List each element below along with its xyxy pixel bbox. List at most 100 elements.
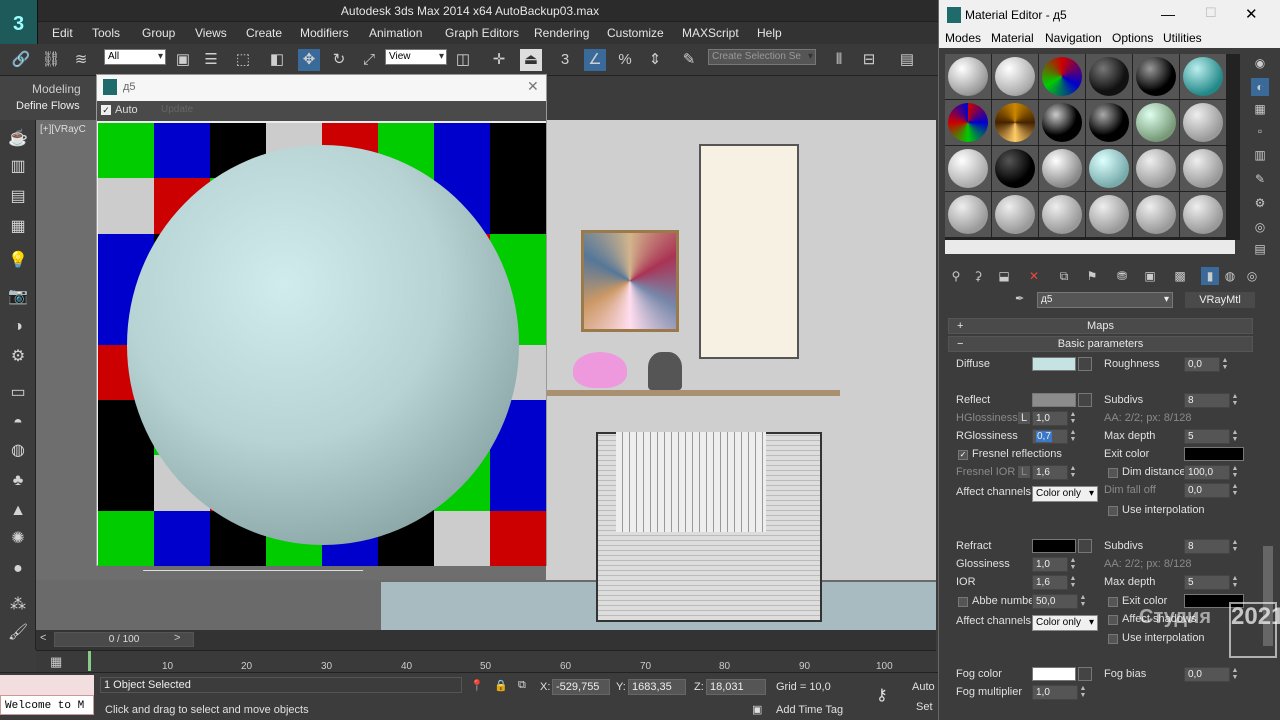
roughness-field[interactable]: 0,0 (1184, 357, 1220, 372)
material-type-button[interactable]: VRayMtl (1185, 292, 1255, 308)
menu-help[interactable]: Help (757, 26, 782, 40)
fresnel-checkbox[interactable]: ✓ (958, 450, 968, 460)
hglossiness-field[interactable]: 1,0 (1032, 411, 1068, 426)
y-coordinate-field[interactable]: 1683,35 (628, 679, 686, 695)
percent-snap-icon[interactable]: % (614, 49, 636, 71)
fog-multiplier-field[interactable]: 1,0 (1032, 685, 1078, 700)
basic-params-rollout-header[interactable]: − Basic parameters (948, 336, 1253, 352)
menu-navigation[interactable]: Navigation (1045, 31, 1102, 45)
sample-slot[interactable] (1180, 100, 1226, 145)
roughness-spinner[interactable]: ▲ ▼ (1220, 357, 1230, 372)
select-object-icon[interactable]: ▣ (172, 49, 194, 71)
keyboard-shortcut-icon[interactable]: ⏏ (520, 49, 542, 71)
fur-icon[interactable]: ♣ (6, 470, 30, 492)
add-time-tag[interactable]: Add Time Tag (776, 704, 843, 716)
maps-rollout-header[interactable]: + Maps (948, 318, 1253, 334)
sun-icon[interactable]: ✺ (6, 528, 30, 550)
refract-subdivs-field[interactable]: 8 (1184, 539, 1230, 554)
sample-slot[interactable] (1133, 100, 1179, 145)
render-setup-icon[interactable]: ⚙ (6, 346, 30, 368)
fresnel-ior-spinner[interactable]: ▲ ▼ (1068, 465, 1078, 480)
refract-glossiness-field[interactable]: 1,0 (1032, 557, 1068, 572)
sample-slot[interactable] (1180, 192, 1226, 237)
sample-slot[interactable] (945, 100, 991, 145)
sample-slot[interactable] (1133, 54, 1179, 99)
edit-named-selection-icon[interactable]: ✎ (678, 49, 700, 71)
key-icon[interactable]: ⚷ (876, 685, 888, 705)
teapot-icon[interactable]: ☕ (6, 128, 30, 150)
menu-modes[interactable]: Modes (945, 31, 981, 45)
menu-tools[interactable]: Tools (92, 26, 120, 40)
unlink-icon[interactable]: ⛓ (40, 49, 62, 71)
menu-customize[interactable]: Customize (607, 26, 664, 40)
lock-icon[interactable]: 🔒 (494, 679, 508, 692)
menu-edit[interactable]: Edit (52, 26, 73, 40)
abbe-checkbox[interactable] (958, 597, 968, 607)
refract-maxdepth-spinner[interactable]: ▲ ▼ (1230, 575, 1240, 590)
abbe-spinner[interactable]: ▲ ▼ (1078, 594, 1088, 609)
set-key-button[interactable]: Set (916, 701, 933, 713)
show-map-icon[interactable]: ▩ (1171, 267, 1189, 285)
absolute-mode-icon[interactable]: ⧉ (518, 679, 526, 692)
sample-slot[interactable] (1133, 192, 1179, 237)
sample-slot[interactable] (1039, 54, 1085, 99)
update-button[interactable]: Update (161, 104, 193, 115)
bind-space-warp-icon[interactable]: ≋ (70, 49, 92, 71)
refract-subdivs-spinner[interactable]: ▲ ▼ (1230, 539, 1240, 554)
layer-manager-icon[interactable]: ▤ (896, 49, 918, 71)
sample-slot[interactable] (945, 146, 991, 191)
refract-glossiness-spinner[interactable]: ▲ ▼ (1068, 557, 1078, 572)
menu-rendering[interactable]: Rendering (534, 26, 589, 40)
menu-material[interactable]: Material (991, 31, 1034, 45)
track-bar[interactable]: ▦ 10 20 30 40 50 60 70 80 90 100 (36, 650, 936, 672)
eyedropper-icon[interactable]: ✒ (1015, 292, 1024, 305)
reflect-maxdepth-field[interactable]: 5 (1184, 429, 1230, 444)
reflect-map-button[interactable] (1078, 393, 1092, 407)
refract-interpolation-checkbox[interactable] (1108, 634, 1118, 644)
angle-snap-icon[interactable]: ∠ (584, 49, 606, 71)
fog-multiplier-spinner[interactable]: ▲ ▼ (1078, 685, 1088, 700)
go-forward-icon[interactable]: ◎ (1243, 267, 1261, 285)
scale-icon[interactable]: ⤢ (358, 49, 380, 71)
reflect-exit-color-swatch[interactable] (1184, 447, 1244, 461)
go-to-parent-icon[interactable]: ◍ (1221, 267, 1239, 285)
named-selection-sets-input[interactable]: Create Selection Se (708, 49, 816, 65)
ribbon-tab-define-flows[interactable]: Define Flows (16, 100, 80, 112)
sample-slot[interactable] (992, 100, 1038, 145)
diffuse-swatch[interactable] (1032, 357, 1076, 371)
x-coordinate-field[interactable]: -529,755 (552, 679, 610, 695)
reflect-subdivs-spinner[interactable]: ▲ ▼ (1230, 393, 1240, 408)
menu-graph-editors[interactable]: Graph Editors (445, 26, 519, 40)
fog-bias-field[interactable]: 0,0 (1184, 667, 1230, 682)
menu-group[interactable]: Group (142, 26, 175, 40)
affect-shadows-checkbox[interactable] (1108, 615, 1118, 625)
material-name-field[interactable]: д5 (1037, 292, 1173, 308)
paint-icon[interactable]: 🖌 (6, 622, 30, 644)
window-crossing-icon[interactable]: ◧ (266, 49, 288, 71)
minimize-icon[interactable]: — (1161, 6, 1175, 22)
menu-modifiers[interactable]: Modifiers (300, 26, 349, 40)
sample-slot[interactable] (1086, 146, 1132, 191)
align-icon[interactable]: ⊟ (858, 49, 880, 71)
close-icon[interactable]: ✕ (527, 78, 539, 95)
sample-slot[interactable] (1086, 100, 1132, 145)
ball-icon[interactable]: ● (6, 558, 30, 580)
sample-slot[interactable] (1180, 54, 1226, 99)
auto-key-button[interactable]: Auto (912, 681, 935, 693)
sample-slot[interactable] (1086, 54, 1132, 99)
rglossiness-field[interactable]: 0,7 (1032, 429, 1068, 444)
put-to-library-icon[interactable]: ⛃ (1113, 267, 1131, 285)
rollout-scrollbar[interactable] (1262, 316, 1274, 720)
next-frame-icon[interactable]: > (174, 632, 180, 644)
reset-map-icon[interactable]: ✕ (1025, 267, 1043, 285)
maximize-icon[interactable]: ☐ (1205, 5, 1217, 21)
sample-type-icon[interactable]: ◉ (1251, 54, 1269, 72)
fog-color-map-button[interactable] (1078, 667, 1092, 681)
viewport-label[interactable]: [+][VRayC (40, 124, 86, 135)
menu-options[interactable]: Options (1112, 31, 1153, 45)
ior-spinner[interactable]: ▲ ▼ (1068, 575, 1078, 590)
put-to-scene-icon[interactable]: ⚳ (969, 267, 987, 285)
material-id-icon[interactable]: ▣ (1141, 267, 1159, 285)
dome-icon[interactable]: ◓ (6, 412, 30, 434)
dim-distance-field[interactable]: 100,0 (1184, 465, 1230, 480)
